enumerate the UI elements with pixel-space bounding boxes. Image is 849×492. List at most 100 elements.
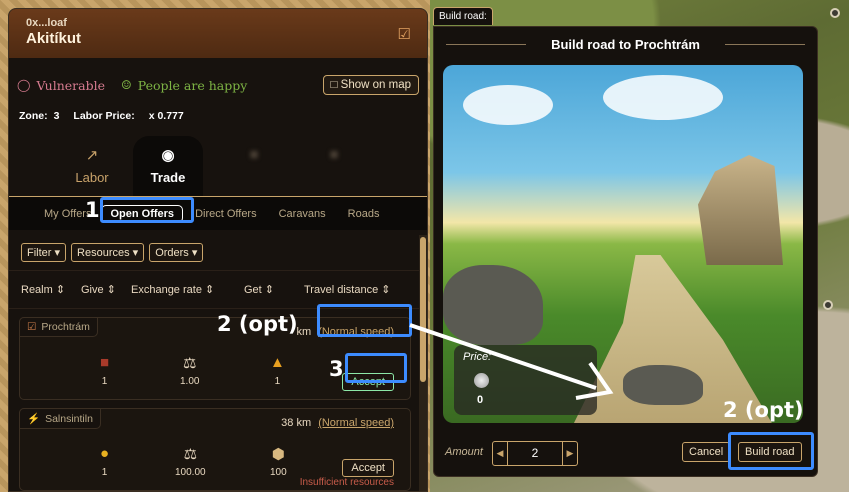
offer-distance: 38 km (Normal speed) bbox=[281, 417, 394, 429]
gold-icon: ▲ bbox=[270, 354, 285, 371]
trade-sub-tabs: My Offers Open Offers Direct Offers Cara… bbox=[9, 196, 427, 230]
rate-value: 1.00 bbox=[180, 376, 200, 387]
offer-realm[interactable]: ⚡ Salnsintiln bbox=[19, 408, 101, 429]
column-give[interactable]: Give ⇕ bbox=[81, 283, 131, 296]
filter-bar: Filter ▾ Resources ▾ Orders ▾ bbox=[9, 235, 421, 271]
give-resource: ● 1 bbox=[100, 445, 109, 478]
amount-label: Amount bbox=[445, 446, 483, 458]
scale-icon: ⚖ bbox=[183, 446, 198, 463]
highlight-build-road bbox=[728, 432, 814, 470]
decrement-icon[interactable]: ◀ bbox=[493, 448, 507, 459]
rock bbox=[623, 365, 703, 405]
tab-roads[interactable]: Roads bbox=[348, 208, 380, 220]
ornament-line bbox=[725, 44, 805, 45]
coin-icon: ● bbox=[100, 445, 110, 462]
tab-hidden[interactable]: ■ bbox=[299, 136, 369, 196]
crest-icon: ☑ bbox=[397, 25, 411, 43]
get-resource: ▲ 1 bbox=[270, 354, 285, 387]
annotation-number: 1 bbox=[85, 198, 100, 222]
cliff bbox=[698, 155, 783, 265]
happiness-label: People are happy bbox=[137, 77, 248, 93]
column-travel-distance-label: Travel distance bbox=[304, 284, 379, 296]
column-exchange-rate[interactable]: Exchange rate ⇕ bbox=[131, 283, 244, 296]
filter-label: Filter bbox=[27, 247, 52, 259]
zone-label: Zone: bbox=[19, 110, 48, 122]
give-resource: ■ 1 bbox=[100, 354, 109, 387]
hidden-tab-icon: ■ bbox=[329, 146, 339, 163]
zone-row: Zone: 3 Labor Price: x 0.777 bbox=[9, 100, 427, 122]
offer-realm-name: Prochtrám bbox=[41, 321, 90, 333]
get-amount: 100 bbox=[270, 467, 287, 478]
offer-distance-value: km bbox=[296, 326, 312, 338]
price-value: 0 bbox=[477, 394, 484, 406]
column-travel-distance[interactable]: Travel distance ⇕ bbox=[304, 283, 390, 296]
dialog-title: Build road to Prochtrám bbox=[434, 27, 817, 52]
offer-realm[interactable]: ☑ Prochtrám bbox=[19, 317, 98, 337]
tab-direct-offers[interactable]: Direct Offers bbox=[195, 208, 257, 220]
hammer-icon: ↗ bbox=[85, 147, 99, 164]
highlight-speed bbox=[317, 304, 412, 337]
tab-hidden[interactable]: ■ bbox=[219, 136, 289, 196]
annotation-number: 3 bbox=[329, 357, 344, 381]
price-label: Price: bbox=[463, 351, 492, 363]
offer-realm-name: Salnsintiln bbox=[45, 413, 93, 425]
shield-icon: ◯ bbox=[17, 78, 31, 92]
wood-icon: ■ bbox=[100, 354, 110, 371]
labor-price-value: x 0.777 bbox=[148, 110, 184, 122]
scale-icon: ⚖ bbox=[183, 355, 197, 372]
filter-dropdown[interactable]: Filter ▾ bbox=[21, 243, 67, 262]
orders-dropdown[interactable]: Orders ▾ bbox=[149, 243, 204, 262]
show-on-map-label: Show on map bbox=[340, 79, 411, 91]
tab-labor[interactable]: ↗ Labor bbox=[57, 136, 127, 196]
vulnerable-status: ◯ Vulnerable bbox=[17, 78, 105, 93]
accept-button[interactable]: Accept bbox=[342, 459, 394, 477]
get-resource: ⬢ 100 bbox=[270, 445, 287, 478]
highlight-accept bbox=[345, 353, 407, 383]
increment-icon[interactable]: ▶ bbox=[563, 448, 577, 459]
exchange-rate: ⚖ 1.00 bbox=[180, 354, 199, 387]
column-realm[interactable]: Realm ⇕ bbox=[21, 283, 81, 296]
tab-trade[interactable]: ◉ Trade bbox=[133, 136, 203, 196]
column-exchange-rate-label: Exchange rate bbox=[131, 284, 202, 296]
people-icon: ☺ bbox=[121, 78, 132, 92]
highlight-open-offers bbox=[100, 197, 194, 223]
insufficient-warning: Insufficient resources bbox=[299, 477, 394, 488]
amount-input[interactable]: 2 bbox=[507, 442, 563, 465]
get-amount: 1 bbox=[274, 376, 281, 387]
vulnerable-label: Vulnerable bbox=[36, 77, 105, 93]
resources-dropdown[interactable]: Resources ▾ bbox=[71, 243, 145, 262]
coin-icon bbox=[474, 373, 489, 388]
show-on-map-button[interactable]: □ Show on map bbox=[322, 75, 419, 95]
orders-label: Orders bbox=[155, 247, 189, 259]
column-give-label: Give bbox=[81, 284, 104, 296]
main-tabs: ↗ Labor ◉ Trade ■ ■ bbox=[9, 136, 427, 196]
give-amount: 1 bbox=[101, 467, 108, 478]
offers-scrollbar[interactable] bbox=[419, 235, 427, 491]
cancel-button[interactable]: Cancel bbox=[682, 442, 731, 462]
rock bbox=[443, 265, 543, 345]
road-illustration: Price: 0 bbox=[443, 65, 803, 423]
tab-caravans[interactable]: Caravans bbox=[279, 208, 326, 220]
tab-labor-label: Labor bbox=[75, 170, 109, 185]
labor-price-label: Labor Price: bbox=[73, 110, 135, 122]
offer-speed[interactable]: (Normal speed) bbox=[318, 417, 394, 429]
offer-row: ⚡ Salnsintiln 38 km (Normal speed) ● 1 ⚖ … bbox=[19, 408, 411, 491]
map-icon: □ bbox=[330, 79, 338, 91]
coins-icon: ◉ bbox=[161, 147, 175, 164]
map-marker[interactable] bbox=[823, 300, 833, 310]
column-get[interactable]: Get ⇕ bbox=[244, 283, 304, 296]
annotation-number: 2 (opt) bbox=[217, 312, 298, 336]
column-realm-label: Realm bbox=[21, 284, 53, 296]
realm-owner: 0x...loaf bbox=[26, 17, 67, 29]
status-row: ◯ Vulnerable ☺ People are happy □ Show o… bbox=[9, 58, 427, 100]
map-marker[interactable] bbox=[830, 8, 840, 18]
cloud bbox=[463, 85, 553, 125]
crest-icon: ⚡ bbox=[27, 413, 41, 425]
dialog-title-text: Build road to Prochtrám bbox=[551, 37, 700, 52]
amount-stepper: ◀ 2 ▶ bbox=[492, 441, 578, 466]
scrollbar-thumb[interactable] bbox=[420, 237, 426, 382]
column-get-label: Get bbox=[244, 284, 262, 296]
exchange-rate: ⚖ 100.00 bbox=[175, 445, 206, 478]
resources-label: Resources bbox=[77, 247, 130, 259]
hexagon-resource-icon: ⬢ bbox=[271, 446, 285, 463]
